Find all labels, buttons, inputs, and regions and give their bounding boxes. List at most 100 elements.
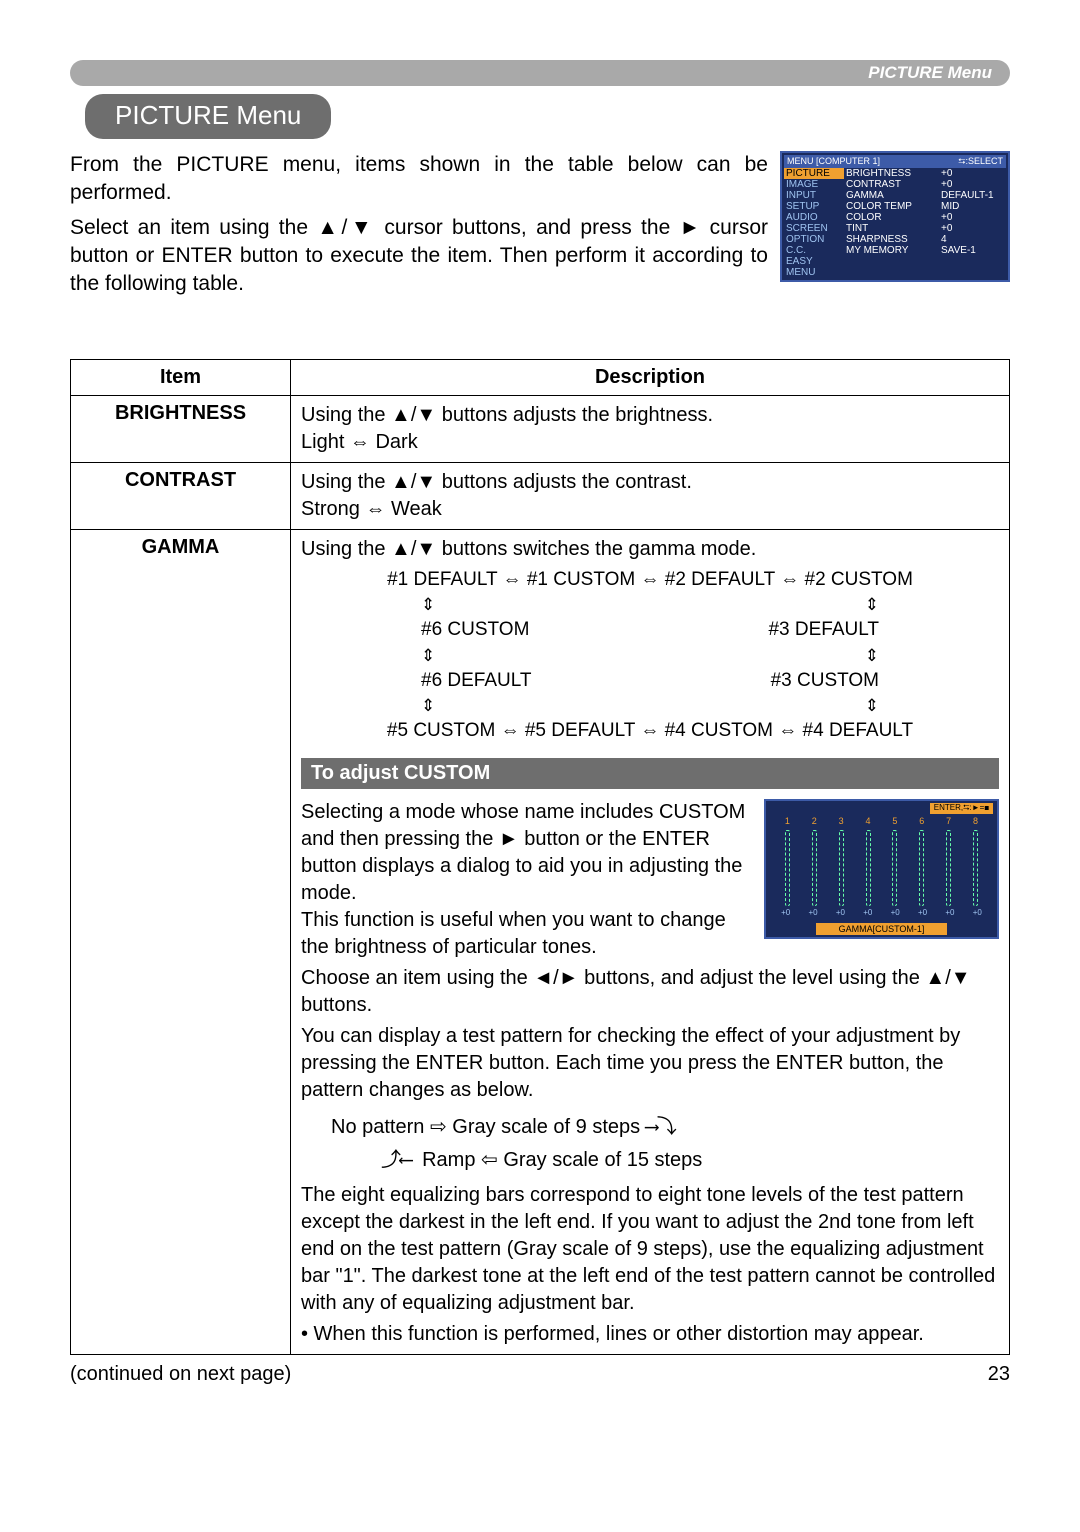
desc-line: Using the ▲/▼ buttons adjusts the bright… <box>301 402 999 429</box>
cycle-mid: #3 CUSTOM <box>771 668 879 695</box>
eq-val: +0 <box>836 908 845 919</box>
pattern-cycle: No pattern ⇨ Gray scale of 9 steps ⟶⤵ ⤴⟵… <box>331 1110 999 1176</box>
document-page: PICTURE Menu PICTURE Menu From the PICTU… <box>0 0 1080 1532</box>
osd-mid-item: GAMMA <box>844 190 939 201</box>
osd-mid-item: SHARPNESS <box>844 234 939 245</box>
eq-bar <box>812 830 817 906</box>
osd-right-item: +0 <box>939 223 1006 234</box>
header-bar: PICTURE Menu <box>70 60 1010 86</box>
osd-left-item: OPTION <box>784 234 844 245</box>
eq-num: 4 <box>866 815 871 827</box>
desc-line: Light ⇔ Dark <box>301 429 999 456</box>
eq-val: +0 <box>809 908 818 919</box>
osd-right-item: MID <box>939 201 1006 212</box>
eq-num: 1 <box>785 815 790 827</box>
eq-num: 6 <box>919 815 924 827</box>
osd-mid-item: CONTRAST <box>844 179 939 190</box>
settings-table: Item Description BRIGHTNESS Using the ▲/… <box>70 359 1010 1356</box>
desc-para: This function is useful when you want to… <box>301 907 750 961</box>
intro-text: From the PICTURE menu, items shown in th… <box>70 151 768 299</box>
eq-num: 3 <box>839 815 844 827</box>
intro-section: From the PICTURE menu, items shown in th… <box>70 151 1010 299</box>
osd-left-item: SETUP <box>784 201 844 212</box>
osd-right-item: DEFAULT-1 <box>939 190 1006 201</box>
equalizer-screenshot: ENTER,⮀:►=◼ 1 2 3 4 5 6 7 8 <box>764 799 999 939</box>
desc-para: The eight equalizing bars correspond to … <box>301 1182 999 1317</box>
desc-para: • When this function is performed, lines… <box>301 1321 999 1348</box>
intro-para-1: From the PICTURE menu, items shown in th… <box>70 151 768 208</box>
eq-bar <box>866 830 871 906</box>
arrow-up-icon: ⤴⟵ <box>381 1147 422 1171</box>
th-item: Item <box>71 359 291 395</box>
osd-left-item: C.C. <box>784 245 844 256</box>
osd-mid-item: BRIGHTNESS <box>844 168 939 179</box>
custom-subheader: To adjust CUSTOM <box>301 758 999 789</box>
osd-left-item: EASY MENU <box>784 256 844 278</box>
intro-para-2: Select an item using the ▲/▼ cursor butt… <box>70 214 768 299</box>
osd-left-item: SCREEN <box>784 223 844 234</box>
eq-num: 5 <box>892 815 897 827</box>
desc-line: Strong ⇔ Weak <box>301 496 999 523</box>
eq-title: GAMMA[CUSTOM-1] <box>816 923 947 935</box>
updown-icon: ⇕ <box>865 644 879 668</box>
osd-mid-item: MY MEMORY <box>844 245 939 256</box>
cycle-mid: #3 DEFAULT <box>768 617 879 644</box>
osd-mid-item: COLOR TEMP <box>844 201 939 212</box>
osd-select-label: ⮀:SELECT <box>958 156 1003 167</box>
osd-right-item: +0 <box>939 179 1006 190</box>
desc-para: You can display a test pattern for check… <box>301 1023 999 1104</box>
page-title: PICTURE Menu <box>85 94 331 139</box>
cycle-mid: #6 DEFAULT <box>421 668 532 695</box>
updown-icon: ⇕ <box>865 694 879 718</box>
eq-bar <box>785 830 790 906</box>
pattern-line-1: No pattern ⇨ Gray scale of 9 steps <box>331 1116 640 1138</box>
table-row: CONTRAST Using the ▲/▼ buttons adjusts t… <box>71 462 1010 529</box>
osd-left-item: INPUT <box>784 190 844 201</box>
eq-val: +0 <box>863 908 872 919</box>
item-description: Using the ▲/▼ buttons adjusts the bright… <box>291 395 1010 462</box>
eq-bar <box>973 830 978 906</box>
eq-bar <box>919 830 924 906</box>
page-footer: (continued on next page) 23 <box>70 1363 1010 1386</box>
updown-icon: ⇕ <box>865 593 879 617</box>
continued-label: (continued on next page) <box>70 1363 291 1386</box>
header-bar-label: PICTURE Menu <box>868 63 992 83</box>
cycle-mid: #6 CUSTOM <box>421 617 529 644</box>
eq-val: +0 <box>973 908 982 919</box>
eq-val: +0 <box>891 908 900 919</box>
item-name: GAMMA <box>71 529 291 1355</box>
pattern-line-2: Ramp ⇦ Gray scale of 15 steps <box>422 1149 702 1171</box>
updown-icon: ⇕ <box>421 593 435 617</box>
eq-num: 7 <box>946 815 951 827</box>
osd-right-item: 4 <box>939 234 1006 245</box>
osd-menu-label: MENU [COMPUTER 1] <box>787 156 880 167</box>
th-description: Description <box>291 359 1010 395</box>
eq-bar <box>946 830 951 906</box>
desc-para: Selecting a mode whose name includes CUS… <box>301 799 750 907</box>
osd-right-item: SAVE-1 <box>939 245 1006 256</box>
cycle-top: #1 DEFAULT ⇔ #1 CUSTOM ⇔ #2 DEFAULT ⇔ #2… <box>301 567 999 594</box>
gamma-custom-text: Selecting a mode whose name includes CUS… <box>301 799 750 961</box>
item-name: CONTRAST <box>71 462 291 529</box>
desc-line: Using the ▲/▼ buttons switches the gamma… <box>301 536 999 563</box>
cycle-bot: #5 CUSTOM ⇔ #5 DEFAULT ⇔ #4 CUSTOM ⇔ #4 … <box>301 718 999 745</box>
eq-hint: ENTER,⮀:►=◼ <box>930 803 993 814</box>
item-name: BRIGHTNESS <box>71 395 291 462</box>
table-row: BRIGHTNESS Using the ▲/▼ buttons adjusts… <box>71 395 1010 462</box>
osd-mid-item: COLOR <box>844 212 939 223</box>
eq-num: 2 <box>812 815 817 827</box>
page-number: 23 <box>988 1363 1010 1386</box>
eq-val: +0 <box>945 908 954 919</box>
osd-right-item: +0 <box>939 212 1006 223</box>
item-description: Using the ▲/▼ buttons switches the gamma… <box>291 529 1010 1355</box>
eq-bar <box>892 830 897 906</box>
eq-num: 8 <box>973 815 978 827</box>
desc-para: Choose an item using the ◄/► buttons, an… <box>301 965 999 1019</box>
table-row: GAMMA Using the ▲/▼ buttons switches the… <box>71 529 1010 1355</box>
updown-icon: ⇕ <box>421 644 435 668</box>
osd-right-item: +0 <box>939 168 1006 179</box>
osd-screenshot: MENU [COMPUTER 1] ⮀:SELECT PICTUREBRIGHT… <box>780 151 1010 282</box>
osd-left-item: IMAGE <box>784 179 844 190</box>
eq-val: +0 <box>918 908 927 919</box>
osd-mid-item: TINT <box>844 223 939 234</box>
